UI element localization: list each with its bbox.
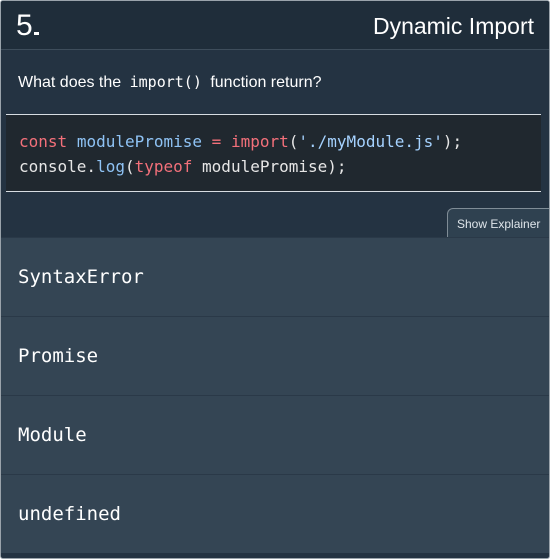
answer-option[interactable]: Promise bbox=[1, 316, 549, 395]
code-token: console. bbox=[19, 157, 97, 176]
question-suffix: function return? bbox=[205, 74, 322, 91]
answer-option[interactable]: SyntaxError bbox=[1, 237, 549, 316]
code-token: modulePromise); bbox=[192, 157, 347, 176]
answer-options: SyntaxError Promise Module undefined bbox=[1, 237, 549, 553]
answer-option[interactable]: Module bbox=[1, 395, 549, 474]
question-number-text: 5 bbox=[16, 9, 33, 42]
code-token: './myModule.js' bbox=[298, 132, 443, 151]
question-prefix: What does the bbox=[18, 74, 126, 91]
code-token: ( bbox=[288, 132, 299, 151]
answer-option-label: Promise bbox=[18, 345, 99, 367]
code-token: = bbox=[202, 132, 231, 151]
answer-option-label: Module bbox=[18, 424, 87, 446]
code-token: log bbox=[96, 157, 125, 176]
question-code: import() bbox=[129, 73, 202, 91]
code-block: const modulePromise = import('./myModule… bbox=[6, 114, 541, 192]
question-number-underscore bbox=[33, 32, 39, 35]
show-explainer-button[interactable]: Show Explainer bbox=[447, 208, 549, 238]
answer-option-label: SyntaxError bbox=[18, 266, 144, 288]
code-token: ); bbox=[442, 132, 463, 151]
code-token: modulePromise bbox=[76, 132, 203, 151]
question-title: Dynamic Import bbox=[372, 13, 534, 39]
answer-option-label: undefined bbox=[18, 503, 121, 525]
question-header: 5 Dynamic Import bbox=[1, 1, 549, 50]
quiz-card: 5 Dynamic Import What does the import() … bbox=[0, 0, 550, 559]
code-token: const bbox=[19, 132, 68, 151]
code-token: typeof bbox=[134, 157, 193, 176]
answer-option[interactable]: undefined bbox=[1, 474, 549, 553]
code-snippet: const modulePromise = import('./myModule… bbox=[19, 129, 462, 179]
question-text: What does the import() function return? bbox=[18, 72, 322, 93]
code-token: import bbox=[230, 132, 289, 151]
question-number: 5 bbox=[16, 8, 39, 44]
code-token: ( bbox=[124, 157, 135, 176]
